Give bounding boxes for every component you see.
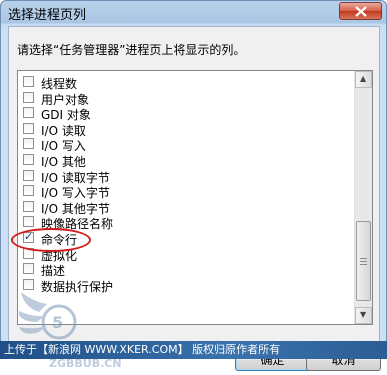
column-checkbox[interactable] <box>23 138 34 150</box>
red-highlight-ellipse <box>11 228 91 252</box>
column-label: 描述 <box>41 264 66 279</box>
column-checkbox[interactable] <box>23 154 34 165</box>
dialog-window: 选择进程页列 请选择“任务管理器”进程页上将显示的列。 线程数 用户对象 GDI 对… <box>0 0 387 371</box>
column-list-item[interactable]: 描述 <box>23 262 343 279</box>
column-label: 用户对象 <box>41 92 90 107</box>
scroll-down-icon: ▼ <box>360 310 367 319</box>
column-list-item[interactable]: 线程数 <box>23 75 343 91</box>
column-list-item[interactable]: I/O 其他 <box>23 153 343 169</box>
column-list-item[interactable]: I/O 读取 <box>23 122 343 138</box>
prompt-text: 请选择“任务管理器”进程页上将显示的列。 <box>17 43 246 57</box>
svg-text:5: 5 <box>52 313 63 332</box>
column-checkbox[interactable] <box>23 91 34 103</box>
column-checkbox[interactable] <box>23 169 34 181</box>
column-label: I/O 写入字节 <box>41 186 110 201</box>
column-label: I/O 读取字节 <box>41 170 110 185</box>
column-list-item[interactable]: GDI 对象 <box>23 106 343 123</box>
column-label: I/O 读取 <box>41 123 86 138</box>
column-checkbox[interactable] <box>23 76 34 87</box>
dialog-client-area: 请选择“任务管理器”进程页上将显示的列。 线程数 用户对象 GDI 对象 I/O 读取… <box>8 26 381 371</box>
column-list-item[interactable]: I/O 写入字节 <box>23 184 343 201</box>
scroll-up-icon: ▲ <box>360 74 367 83</box>
grip-line <box>360 258 367 259</box>
column-label: I/O 其他 <box>41 155 86 169</box>
scroll-down-button[interactable]: ▼ <box>355 307 372 324</box>
column-checkbox[interactable] <box>23 263 34 275</box>
grip-line <box>360 261 367 262</box>
scroll-up-button[interactable]: ▲ <box>355 71 372 88</box>
column-list-item[interactable]: I/O 读取字节 <box>23 169 343 185</box>
column-checkbox[interactable] <box>23 122 34 134</box>
column-label: GDI 对象 <box>41 108 91 123</box>
close-icon <box>355 6 367 17</box>
grip-line <box>360 264 367 265</box>
title-bar[interactable]: 选择进程页列 <box>1 1 386 23</box>
column-checkbox[interactable] <box>23 216 34 228</box>
column-label: I/O 其他字节 <box>41 201 110 216</box>
footer-credit-bar: 上传于【新浪网 WWW.XKER.COM】 版权归原作者所有 <box>0 341 387 359</box>
column-checkbox[interactable] <box>23 185 34 197</box>
column-label: I/O 写入 <box>41 139 86 154</box>
scroll-thumb[interactable] <box>356 221 371 301</box>
list-scrollbar[interactable]: ▲ ▼ <box>354 71 372 324</box>
column-checkbox[interactable] <box>23 200 34 212</box>
column-list-item[interactable]: I/O 写入 <box>23 137 343 154</box>
footer-text: 上传于【新浪网 WWW.XKER.COM】 版权归原作者所有 <box>4 343 281 356</box>
column-list-item[interactable]: 用户对象 <box>23 91 343 107</box>
column-checkbox[interactable] <box>23 107 34 119</box>
column-list-item[interactable]: I/O 其他字节 <box>23 200 343 216</box>
column-label: 线程数 <box>41 77 78 91</box>
dialog-title: 选择进程页列 <box>8 8 87 23</box>
close-button[interactable] <box>339 2 382 20</box>
column-list-item[interactable]: 映像路径名称 <box>23 215 343 231</box>
